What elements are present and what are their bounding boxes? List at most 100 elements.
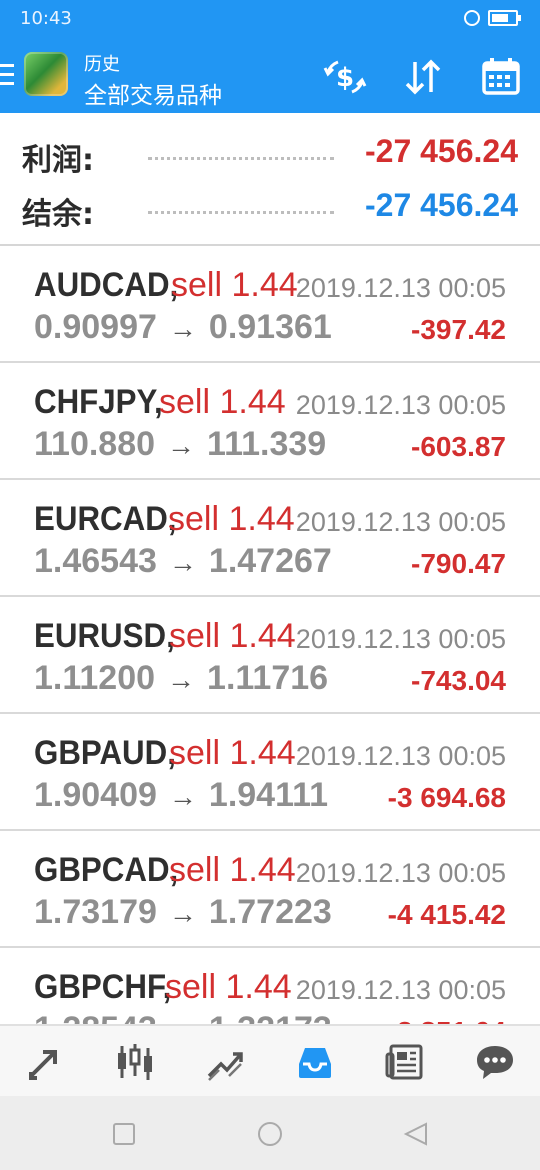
status-icons	[464, 10, 521, 26]
tab-chat[interactable]	[465, 1032, 525, 1092]
lock-icon	[464, 10, 480, 26]
arrow-right-icon: →	[168, 781, 197, 812]
balance-label: 结余:	[22, 197, 94, 232]
tab-trade[interactable]	[15, 1032, 75, 1092]
trade-symbol: AUDCAD,	[34, 266, 179, 304]
trade-row[interactable]: AUDCAD, sell 1.44 2019.12.13 00:05 0.909…	[0, 246, 540, 363]
close-price: 1.47267	[208, 542, 332, 580]
triangle-back-icon	[403, 1122, 427, 1146]
trade-profit: -603.87	[411, 431, 506, 462]
trade-prices: 1.11200 → 1.11716	[34, 659, 328, 698]
trade-prices: 1.73179 → 1.77223	[34, 893, 332, 932]
calendar-icon	[482, 58, 520, 95]
trade-side-volume: sell 1.44	[165, 968, 292, 1006]
trade-symbol: EURUSD,	[34, 617, 175, 655]
trade-time: 2019.12.13 00:05	[295, 273, 506, 303]
open-price: 110.880	[34, 425, 156, 463]
open-price: 1.28543	[34, 1010, 157, 1024]
trade-side-volume: sell 1.44	[169, 851, 296, 889]
status-time: 10:43	[20, 8, 72, 29]
back-button[interactable]	[402, 1120, 430, 1148]
dotted-leader	[148, 211, 334, 214]
profit-value: -27 456.24	[364, 133, 518, 169]
close-price: 111.339	[207, 425, 327, 463]
trade-profit: -2 851.04	[388, 1016, 506, 1024]
open-price: 1.73179	[34, 893, 157, 931]
app-logo	[24, 52, 68, 96]
trade-prices: 110.880 → 111.339	[34, 425, 326, 464]
trade-symbol: GBPCAD,	[34, 851, 179, 889]
trade-symbol: CHFJPY,	[34, 383, 163, 421]
trade-row[interactable]: GBPCHF, sell 1.44 2019.12.13 00:05 1.285…	[0, 948, 540, 1024]
arrow-right-icon: →	[167, 664, 196, 695]
trade-time: 2019.12.13 00:05	[295, 858, 506, 888]
status-bar: 10:43	[0, 0, 540, 40]
trade-prices: 1.46543 → 1.47267	[34, 542, 332, 581]
chat-icon	[477, 1046, 513, 1079]
tab-charts[interactable]	[105, 1032, 165, 1092]
trade-time: 2019.12.13 00:05	[295, 507, 506, 537]
trade-profit: -4 415.42	[387, 899, 506, 930]
trade-row[interactable]: GBPCAD, sell 1.44 2019.12.13 00:05 1.731…	[0, 831, 540, 948]
open-price: 1.90409	[34, 776, 157, 814]
section-label: 历史	[84, 54, 120, 75]
arrow-right-icon: →	[168, 313, 197, 344]
currency-exchange-button[interactable]: $	[322, 54, 368, 100]
currency-exchange-icon: $	[323, 60, 367, 94]
trade-profit: -397.42	[411, 314, 506, 345]
trade-prices: 1.28543 → 1.32173	[34, 1010, 332, 1024]
trade-row[interactable]: GBPAUD, sell 1.44 2019.12.13 00:05 1.904…	[0, 714, 540, 831]
menu-icon[interactable]	[0, 64, 14, 86]
open-price: 1.46543	[34, 542, 157, 580]
arrow-right-icon: →	[168, 547, 197, 578]
trade-time: 2019.12.13 00:05	[295, 624, 506, 654]
trade-symbol: EURCAD,	[34, 500, 177, 538]
trade-row[interactable]: CHFJPY, sell 1.44 2019.12.13 00:05 110.8…	[0, 363, 540, 480]
balance-value: -27 456.24	[364, 187, 518, 223]
recents-button[interactable]	[110, 1120, 138, 1148]
svg-text:$: $	[336, 63, 354, 93]
candlestick-chart-icon	[118, 1044, 152, 1080]
open-price: 1.11200	[34, 659, 156, 697]
trade-side-volume: sell 1.44	[171, 266, 298, 304]
system-nav-bar	[0, 1096, 540, 1170]
trade-symbol: GBPAUD,	[34, 734, 176, 772]
sort-icon	[405, 59, 441, 95]
close-price: 1.94111	[208, 776, 329, 814]
close-price: 0.91361	[208, 308, 332, 346]
circle-icon	[258, 1122, 282, 1146]
dotted-leader	[148, 157, 334, 160]
trade-side-volume: sell 1.44	[169, 617, 296, 655]
trade-time: 2019.12.13 00:05	[295, 741, 506, 771]
trade-profit: -3 694.68	[387, 782, 506, 813]
tab-trade-chart[interactable]	[195, 1032, 255, 1092]
trade-time: 2019.12.13 00:05	[295, 390, 506, 420]
tab-news[interactable]	[375, 1032, 435, 1092]
trade-side-volume: sell 1.44	[159, 383, 286, 421]
trade-history-list[interactable]: AUDCAD, sell 1.44 2019.12.13 00:05 0.909…	[0, 246, 540, 1024]
trade-arrows-icon	[29, 1050, 57, 1080]
account-summary: 利润: -27 456.24 结余: -27 456.24	[0, 113, 540, 246]
home-button[interactable]	[256, 1120, 284, 1148]
trade-time: 2019.12.13 00:05	[295, 975, 506, 1005]
trade-side-volume: sell 1.44	[169, 734, 296, 772]
trade-prices: 1.90409 → 1.94111	[34, 776, 328, 815]
app-header: 10:43 历史 全部交易品种 $	[0, 0, 540, 113]
trade-profit: -743.04	[411, 665, 506, 696]
calendar-button[interactable]	[478, 54, 524, 100]
trade-row[interactable]: EURCAD, sell 1.44 2019.12.13 00:05 1.465…	[0, 480, 540, 597]
trade-row[interactable]: EURUSD, sell 1.44 2019.12.13 00:05 1.112…	[0, 597, 540, 714]
symbol-filter-title[interactable]: 全部交易品种	[84, 76, 222, 110]
trade-symbol: GBPCHF,	[34, 968, 172, 1006]
news-icon	[385, 1044, 423, 1080]
trade-side-volume: sell 1.44	[168, 500, 295, 538]
sort-button[interactable]	[400, 54, 446, 100]
open-price: 0.90997	[34, 308, 157, 346]
trade-prices: 0.90997 → 0.91361	[34, 308, 332, 347]
bottom-tab-bar	[0, 1024, 540, 1098]
arrow-right-icon: →	[169, 1015, 197, 1024]
close-price: 1.77223	[208, 893, 332, 931]
arrow-right-icon: →	[167, 430, 196, 461]
trade-profit: -790.47	[411, 548, 506, 579]
tab-history[interactable]	[285, 1032, 345, 1092]
